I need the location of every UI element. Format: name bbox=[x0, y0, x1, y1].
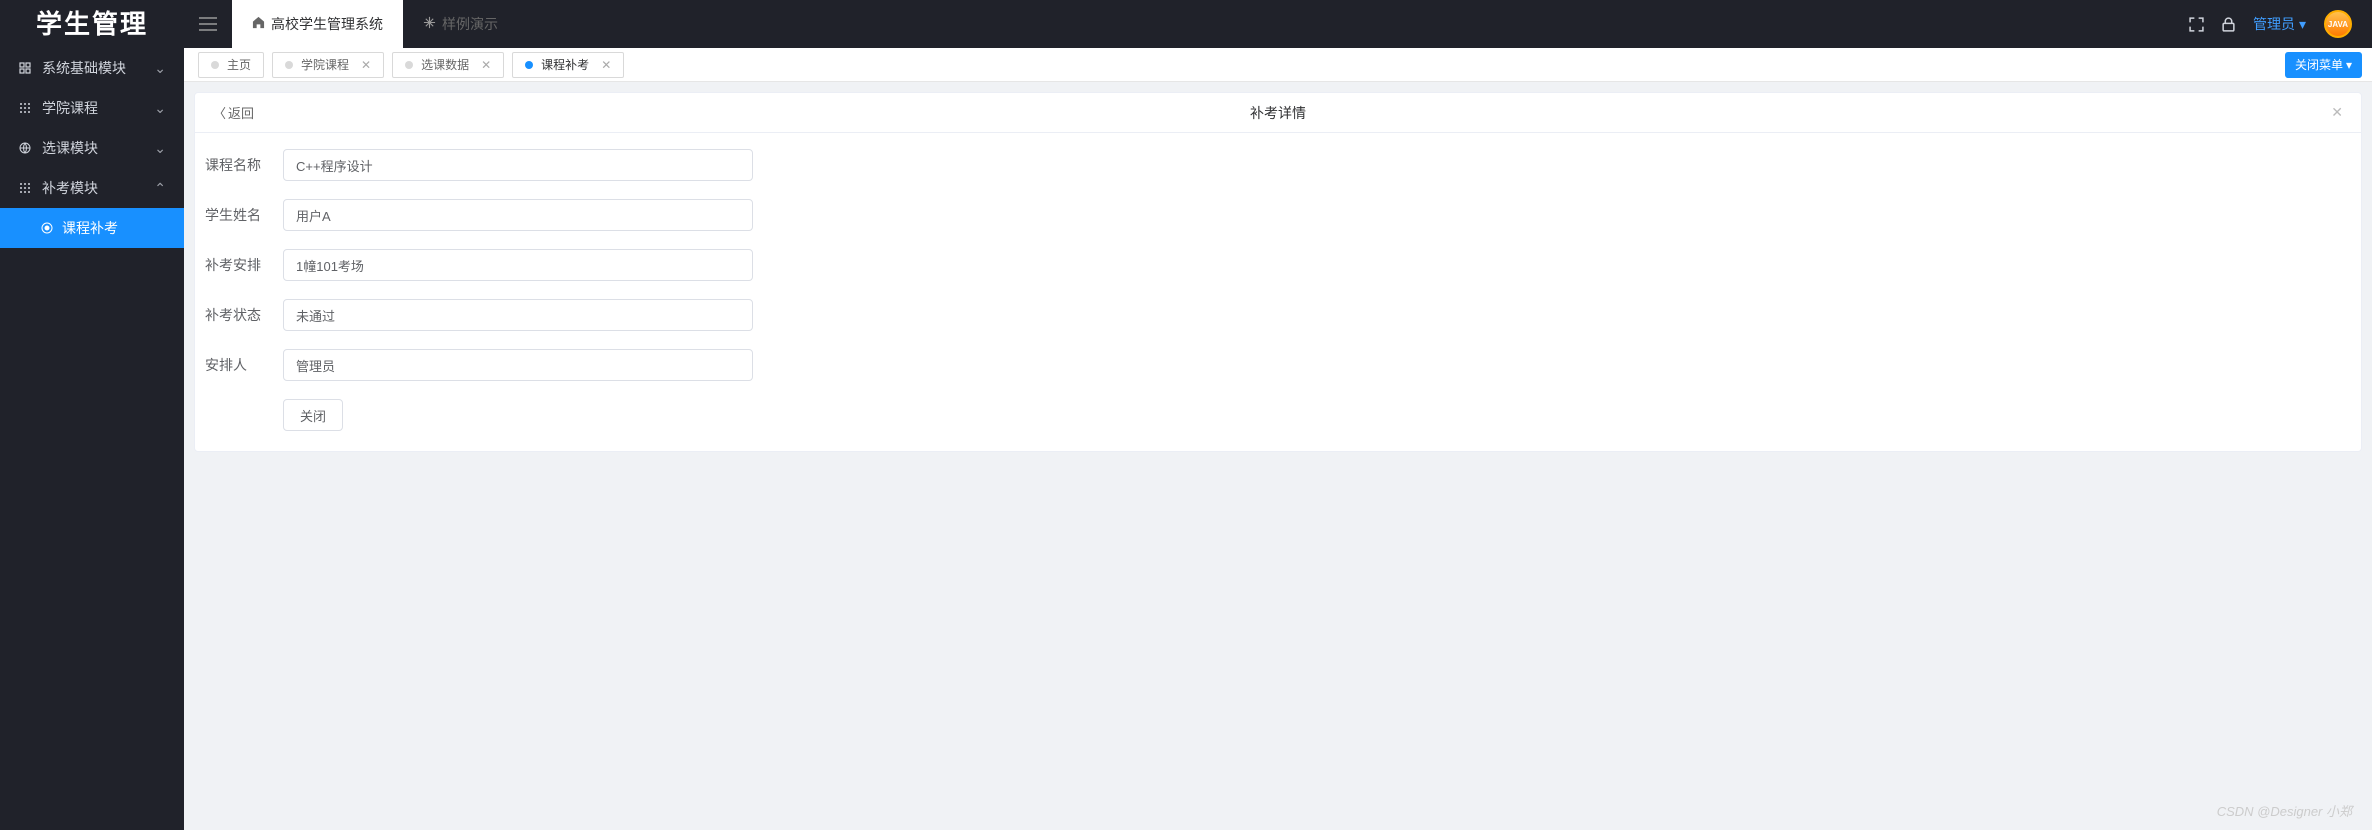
grid-icon bbox=[18, 101, 32, 115]
form-row-status: 补考状态 bbox=[205, 299, 2351, 331]
lock-icon[interactable] bbox=[2222, 17, 2235, 32]
detail-panel: 〈 返回 补考详情 ✕ 课程名称 学生姓名 bbox=[194, 92, 2362, 452]
label-arrange: 补考安排 bbox=[205, 255, 283, 275]
app-logo: 学生管理 bbox=[0, 0, 184, 48]
page-tab-label: 课程补考 bbox=[541, 56, 589, 73]
avatar[interactable]: JAVA bbox=[2324, 10, 2352, 38]
user-menu[interactable]: 管理员 ▾ bbox=[2253, 14, 2306, 34]
panel-title: 补考详情 bbox=[195, 103, 2361, 123]
sidebar-item-retake[interactable]: 补考模块 ⌃ bbox=[0, 168, 184, 208]
input-arranger[interactable] bbox=[283, 349, 753, 381]
content: 〈 返回 补考详情 ✕ 课程名称 学生姓名 bbox=[184, 82, 2372, 830]
page-tab-label: 学院课程 bbox=[301, 56, 349, 73]
chevron-down-icon: ⌄ bbox=[154, 60, 166, 77]
hamburger-button[interactable] bbox=[184, 0, 232, 48]
home-icon bbox=[252, 16, 265, 32]
target-icon bbox=[40, 221, 54, 235]
close-button[interactable]: 关闭 bbox=[283, 399, 343, 431]
close-menu-label: 关闭菜单 bbox=[2295, 56, 2343, 73]
sidebar-item-label: 系统基础模块 bbox=[42, 58, 126, 78]
input-student[interactable] bbox=[283, 199, 753, 231]
top-tab-label: 样例演示 bbox=[442, 14, 498, 34]
dashboard-icon bbox=[18, 61, 32, 75]
input-course[interactable] bbox=[283, 149, 753, 181]
input-arrange[interactable] bbox=[283, 249, 753, 281]
chevron-left-icon: 〈 bbox=[213, 103, 226, 122]
sidebar-item-select[interactable]: 选课模块 ⌄ bbox=[0, 128, 184, 168]
back-label: 返回 bbox=[228, 103, 254, 122]
header: 高校学生管理系统 样例演示 管理员 ▾ JAVA bbox=[184, 0, 2372, 48]
watermark: CSDN @Designer 小郑 bbox=[2217, 801, 2352, 820]
fullscreen-icon[interactable] bbox=[2189, 17, 2204, 32]
page-tab-course[interactable]: 学院课程 ✕ bbox=[272, 52, 384, 78]
page-tab-label: 主页 bbox=[227, 56, 251, 73]
close-icon[interactable]: ✕ bbox=[481, 58, 491, 72]
form-row-arranger: 安排人 bbox=[205, 349, 2351, 381]
top-tab-demo[interactable]: 样例演示 bbox=[403, 0, 518, 48]
form-row-arrange: 补考安排 bbox=[205, 249, 2351, 281]
chevron-up-icon: ⌃ bbox=[154, 180, 166, 197]
chevron-down-icon: ⌄ bbox=[154, 100, 166, 117]
page-tab-retake[interactable]: 课程补考 ✕ bbox=[512, 52, 624, 78]
top-tab-label: 高校学生管理系统 bbox=[271, 14, 383, 34]
label-arranger: 安排人 bbox=[205, 355, 283, 375]
caret-down-icon: ▾ bbox=[2346, 58, 2352, 72]
sidebar-item-system[interactable]: 系统基础模块 ⌄ bbox=[0, 48, 184, 88]
input-status[interactable] bbox=[283, 299, 753, 331]
detail-form: 课程名称 学生姓名 补考安排 补考状态 bbox=[195, 133, 2361, 447]
caret-down-icon: ▾ bbox=[2299, 16, 2306, 33]
sidebar-subitem-course-retake[interactable]: 课程补考 bbox=[0, 208, 184, 248]
panel-close-icon[interactable]: ✕ bbox=[2331, 104, 2343, 121]
sidebar-item-label: 补考模块 bbox=[42, 178, 98, 198]
sidebar-subitem-label: 课程补考 bbox=[62, 218, 118, 238]
form-row-student: 学生姓名 bbox=[205, 199, 2351, 231]
sidebar-item-course[interactable]: 学院课程 ⌄ bbox=[0, 88, 184, 128]
sidebar: 学生管理 系统基础模块 ⌄ 学院课程 ⌄ 选课模块 ⌄ 补考模块 ⌃ 课程补考 bbox=[0, 0, 184, 830]
close-icon[interactable]: ✕ bbox=[361, 58, 371, 72]
sparkle-icon bbox=[423, 16, 436, 32]
globe-icon bbox=[18, 141, 32, 155]
user-label: 管理员 bbox=[2253, 14, 2295, 34]
label-student: 学生姓名 bbox=[205, 205, 283, 225]
page-tab-label: 选课数据 bbox=[421, 56, 469, 73]
label-status: 补考状态 bbox=[205, 305, 283, 325]
page-tab-selectdata[interactable]: 选课数据 ✕ bbox=[392, 52, 504, 78]
sidebar-item-label: 学院课程 bbox=[42, 98, 98, 118]
back-button[interactable]: 〈 返回 bbox=[213, 103, 254, 122]
status-dot bbox=[285, 61, 293, 69]
top-tab-system[interactable]: 高校学生管理系统 bbox=[232, 0, 403, 48]
form-row-course: 课程名称 bbox=[205, 149, 2351, 181]
sidebar-item-label: 选课模块 bbox=[42, 138, 98, 158]
status-dot bbox=[405, 61, 413, 69]
page-tab-home[interactable]: 主页 bbox=[198, 52, 264, 78]
grid-icon bbox=[18, 181, 32, 195]
close-menu-button[interactable]: 关闭菜单 ▾ bbox=[2285, 52, 2362, 78]
panel-head: 〈 返回 补考详情 ✕ bbox=[195, 93, 2361, 133]
status-dot bbox=[211, 61, 219, 69]
chevron-down-icon: ⌄ bbox=[154, 140, 166, 157]
label-course: 课程名称 bbox=[205, 155, 283, 175]
status-dot bbox=[525, 61, 533, 69]
close-icon[interactable]: ✕ bbox=[601, 58, 611, 72]
page-tabs: 主页 学院课程 ✕ 选课数据 ✕ 课程补考 ✕ 关闭菜单 ▾ bbox=[184, 48, 2372, 82]
